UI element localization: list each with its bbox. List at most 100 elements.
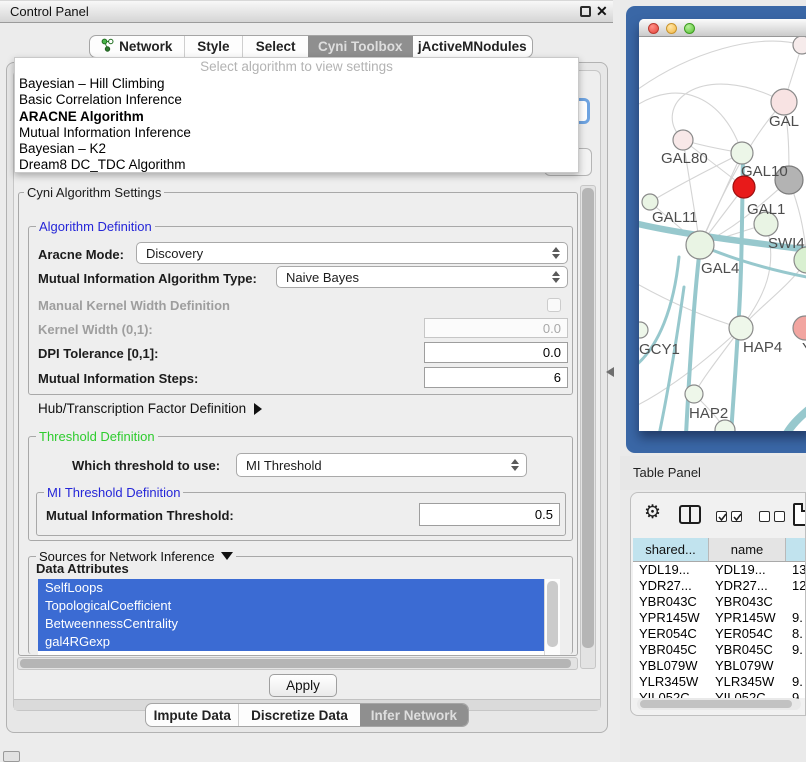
attribute-list-item[interactable]: TopologicalCoefficient xyxy=(38,597,544,615)
attribute-list-item[interactable]: SelfLoops xyxy=(38,579,544,597)
network-node[interactable] xyxy=(793,37,806,54)
table-row[interactable]: YPR145WYPR145W9. xyxy=(633,610,806,626)
page-icon[interactable] xyxy=(793,503,806,526)
cyni-bottom-tabs: Impute Data Discretize Data Infer Networ… xyxy=(145,703,469,727)
close-icon[interactable]: ✕ xyxy=(596,3,608,20)
tab-impute-data[interactable]: Impute Data xyxy=(146,704,238,726)
which-threshold-combo[interactable]: MI Threshold xyxy=(236,453,527,477)
table-cell: YBR043C xyxy=(633,594,709,610)
checked-checkbox-icon[interactable] xyxy=(716,511,727,522)
aracne-mode-combo[interactable]: Discovery xyxy=(136,242,568,264)
network-node[interactable] xyxy=(686,231,714,259)
algorithm-option[interactable]: Dream8 DC_TDC Algorithm xyxy=(15,157,578,173)
algorithm-option[interactable]: Bayesian – K2 xyxy=(15,141,578,157)
column-header-name[interactable]: name xyxy=(709,538,786,561)
column-split-icon[interactable] xyxy=(679,505,701,524)
kernel-width-label: Kernel Width (0,1): xyxy=(38,322,153,337)
table-row[interactable]: YBL079WYBL079W xyxy=(633,658,806,674)
network-node[interactable] xyxy=(793,316,806,340)
float-window-icon[interactable] xyxy=(580,6,591,17)
attribute-list-item[interactable]: gal4RGexp xyxy=(38,633,544,651)
combo-stepper-icon xyxy=(511,459,519,471)
tab-cyni-toolbox[interactable]: Cyni Toolbox xyxy=(308,36,413,57)
tab-style[interactable]: Style xyxy=(184,36,243,57)
table-row[interactable]: YER054CYER054C8. xyxy=(633,626,806,642)
tab-jactivemnodules[interactable]: jActiveMNodules xyxy=(413,36,532,57)
screen: Control Panel ✕ Network Style Select C xyxy=(0,0,806,762)
settings-horizontal-scrollbar[interactable] xyxy=(17,657,578,670)
which-threshold-label: Which threshold to use: xyxy=(72,458,220,473)
dpi-tolerance-field[interactable]: 0.0 xyxy=(424,342,568,363)
network-window-titlebar[interactable] xyxy=(639,19,806,37)
cyni-algorithm-settings-title: Cyni Algorithm Settings xyxy=(24,185,164,200)
mi-threshold-label: Mutual Information Threshold: xyxy=(46,508,234,523)
control-panel-titlebar[interactable]: Control Panel ✕ xyxy=(0,0,613,23)
column-header-shared-name[interactable]: shared... xyxy=(633,538,709,561)
network-node[interactable] xyxy=(729,316,753,340)
table-cell: YBL079W xyxy=(709,658,786,674)
table-row[interactable]: YBR043CYBR043C xyxy=(633,594,806,610)
table-row[interactable]: YDL19...YDL19...13 xyxy=(633,562,806,578)
mi-steps-field[interactable]: 6 xyxy=(424,367,568,388)
attributes-scrollbar[interactable] xyxy=(544,579,560,655)
unchecked-checkbox-icon[interactable] xyxy=(774,511,785,522)
algorithm-option[interactable]: ARACNE Algorithm xyxy=(15,109,578,125)
table-cell: YER054C xyxy=(633,626,709,642)
algorithm-option[interactable]: Basic Correlation Inference xyxy=(15,92,578,108)
mi-type-combo[interactable]: Naive Bayes xyxy=(276,266,568,288)
table-horizontal-scrollbar[interactable] xyxy=(637,698,801,710)
network-view-window[interactable]: GALGAL80GAL10GAL1GAL11GAL4SWI4HAP4YGCY1H… xyxy=(639,19,806,431)
zoom-traffic-light-icon[interactable] xyxy=(684,23,695,34)
network-node[interactable] xyxy=(731,142,753,164)
column-header-third[interactable]: A xyxy=(786,538,806,561)
tab-discretize-data-label: Discretize Data xyxy=(251,708,348,723)
network-canvas[interactable]: GALGAL80GAL10GAL1GAL11GAL4SWI4HAP4YGCY1H… xyxy=(639,37,806,431)
network-view-frame[interactable]: GALGAL80GAL10GAL1GAL11GAL4SWI4HAP4YGCY1H… xyxy=(626,6,806,453)
expand-arrow-icon[interactable] xyxy=(254,403,262,415)
network-node[interactable] xyxy=(639,322,648,338)
gear-icon[interactable]: ⚙ xyxy=(644,501,661,524)
unchecked-checkbox-icon[interactable] xyxy=(759,511,770,522)
tab-select[interactable]: Select xyxy=(242,36,308,57)
tab-style-label: Style xyxy=(197,39,229,54)
table-cell: 13 xyxy=(786,562,806,578)
table-panel-titlebar[interactable]: Table Panel xyxy=(620,456,806,490)
hub-definition-toggle[interactable]: Hub/Transcription Factor Definition xyxy=(38,401,262,416)
table-cell: YDR27... xyxy=(633,578,709,594)
mi-threshold-field[interactable]: 0.5 xyxy=(419,503,560,526)
minimize-traffic-light-icon[interactable] xyxy=(666,23,677,34)
settings-vertical-scrollbar[interactable] xyxy=(580,185,596,669)
checked-checkbox-icon[interactable] xyxy=(731,511,742,522)
panel-divider-arrow-icon[interactable] xyxy=(606,367,614,377)
tab-network[interactable]: Network xyxy=(90,36,184,57)
table-row[interactable]: YDR27...YDR27...12 xyxy=(633,578,806,594)
collapse-arrow-icon[interactable] xyxy=(221,552,233,560)
table-cell: 9. xyxy=(786,642,806,658)
table-row[interactable]: YBR045CYBR045C9. xyxy=(633,642,806,658)
close-traffic-light-icon[interactable] xyxy=(648,23,659,34)
attribute-list-item[interactable]: BetweennessCentrality xyxy=(38,615,544,633)
network-node[interactable] xyxy=(673,130,693,150)
network-icon xyxy=(101,38,114,55)
manual-kernel-checkbox[interactable] xyxy=(547,298,561,312)
algorithm-option[interactable]: Bayesian – Hill Climbing xyxy=(15,76,578,92)
algorithm-option[interactable]: Mutual Information Inference xyxy=(15,125,578,141)
manual-kernel-label: Manual Kernel Width Definition xyxy=(38,298,230,313)
apply-button[interactable]: Apply xyxy=(269,674,337,697)
table-cell xyxy=(786,594,806,610)
table-cell: YLR345W xyxy=(633,674,709,690)
network-node-label: GAL11 xyxy=(652,209,698,226)
aracne-mode-label: Aracne Mode: xyxy=(38,247,124,262)
hub-definition-label: Hub/Transcription Factor Definition xyxy=(38,401,246,416)
tab-discretize-data[interactable]: Discretize Data xyxy=(238,704,359,726)
sources-toggle[interactable]: Sources for Network Inference xyxy=(36,549,236,564)
kernel-width-field[interactable]: 0.0 xyxy=(424,318,568,338)
network-node[interactable] xyxy=(685,385,703,403)
network-node[interactable] xyxy=(771,89,797,115)
collapsed-panel-icon[interactable] xyxy=(3,751,20,762)
dpi-tolerance-value: 0.0 xyxy=(543,345,561,360)
network-node[interactable] xyxy=(642,194,658,210)
tab-infer-network[interactable]: Infer Network xyxy=(360,704,468,726)
table-row[interactable]: YLR345WYLR345W9. xyxy=(633,674,806,690)
tab-jactivemnodules-label: jActiveMNodules xyxy=(418,39,527,54)
